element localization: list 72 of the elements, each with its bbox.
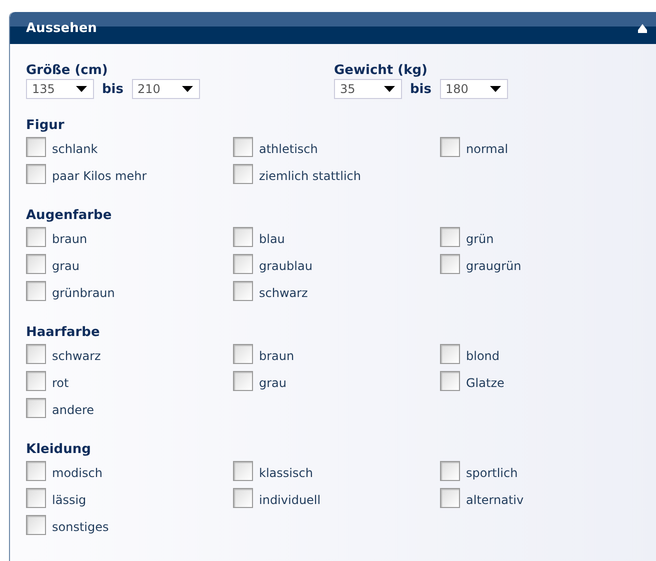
checkbox-label: sonstiges: [52, 520, 109, 534]
dropdown[interactable]: 135: [26, 79, 94, 99]
checkbox[interactable]: [26, 460, 46, 480]
checkbox-label: blond: [466, 348, 500, 362]
checkbox[interactable]: [26, 514, 46, 534]
checkbox-label: paar Kilos mehr: [52, 168, 147, 182]
dropdown[interactable]: 180: [440, 79, 508, 99]
dropdown[interactable]: 210: [132, 79, 200, 99]
checkbox[interactable]: [233, 254, 253, 274]
checkbox[interactable]: [233, 370, 253, 390]
checkbox[interactable]: [233, 164, 253, 184]
checkbox[interactable]: [26, 280, 46, 300]
checkbox[interactable]: [440, 488, 460, 508]
section-heading: Kleidung: [26, 441, 91, 458]
caret-icon: [76, 86, 87, 92]
checkbox[interactable]: [26, 254, 46, 274]
checkbox-label: braun: [52, 232, 88, 246]
checkbox-label: schlank: [52, 142, 98, 156]
checkbox-label: schwarz: [52, 348, 101, 362]
checkbox[interactable]: [26, 488, 46, 508]
checkbox-label: graublau: [259, 258, 312, 272]
checkbox-label: grau: [52, 258, 80, 272]
checkbox-label: athletisch: [259, 142, 318, 156]
checkbox[interactable]: [233, 488, 253, 508]
checkbox[interactable]: [26, 164, 46, 184]
range-label: Größe (cm): [26, 63, 108, 78]
checkbox[interactable]: [233, 344, 253, 364]
checkbox-label: Glatze: [466, 376, 504, 390]
checkbox-label: rot: [52, 376, 69, 390]
checkbox-label: blau: [259, 232, 285, 246]
section-heading: Figur: [26, 117, 64, 134]
checkbox[interactable]: [233, 280, 253, 300]
checkbox[interactable]: [440, 370, 460, 390]
checkbox[interactable]: [26, 398, 46, 418]
checkbox-label: grün: [466, 232, 494, 246]
checkbox-label: normal: [466, 142, 508, 156]
checkbox-label: individuell: [259, 492, 321, 506]
section-heading: Augenfarbe: [26, 207, 112, 224]
collapse-icon[interactable]: [637, 24, 648, 32]
dropdown[interactable]: 35: [334, 79, 402, 99]
checkbox-label: grau: [259, 376, 287, 390]
range-separator: bis: [102, 82, 124, 96]
checkbox-label: ziemlich stattlich: [259, 168, 361, 182]
checkbox-label: braun: [259, 348, 294, 362]
checkbox-label: grünbraun: [52, 286, 115, 300]
checkbox[interactable]: [440, 226, 460, 246]
checkbox-label: alternativ: [466, 492, 524, 506]
checkbox[interactable]: [26, 226, 46, 246]
checkbox[interactable]: [26, 370, 46, 390]
checkbox[interactable]: [440, 460, 460, 480]
section-heading: Haarfarbe: [26, 324, 100, 341]
checkbox-label: modisch: [52, 466, 102, 480]
checkbox-label: klassisch: [259, 466, 313, 480]
checkbox[interactable]: [233, 226, 253, 246]
range-separator: bis: [410, 82, 432, 96]
checkbox[interactable]: [233, 460, 253, 480]
checkbox-label: sportlich: [466, 466, 518, 480]
checkbox-label: schwarz: [259, 286, 308, 300]
checkbox[interactable]: [440, 254, 460, 274]
panel-title: Aussehen: [26, 20, 97, 36]
checkbox[interactable]: [440, 136, 460, 156]
checkbox[interactable]: [233, 136, 253, 156]
checkbox-label: graugrün: [466, 258, 522, 272]
checkbox-label: andere: [52, 402, 94, 416]
checkbox-label: lässig: [52, 492, 86, 506]
caret-icon: [490, 86, 500, 92]
caret-icon: [182, 86, 192, 92]
checkbox[interactable]: [26, 344, 46, 364]
checkbox[interactable]: [26, 136, 46, 156]
range-label: Gewicht (kg): [334, 63, 428, 78]
checkbox[interactable]: [440, 344, 460, 364]
caret-icon: [384, 86, 395, 92]
